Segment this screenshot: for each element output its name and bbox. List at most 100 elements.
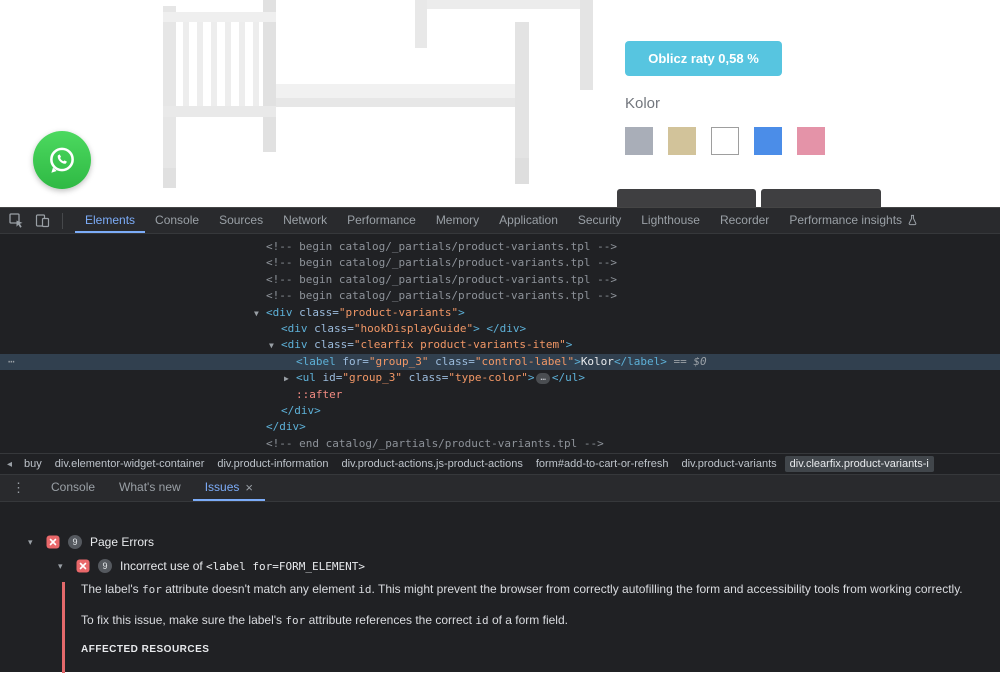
devtools-tab-recorder[interactable]: Recorder xyxy=(710,208,779,233)
expand-arrow-icon[interactable]: ▶ xyxy=(284,371,289,387)
tab-label: Memory xyxy=(435,212,480,227)
description-text: The label's xyxy=(81,582,142,596)
breadcrumb-item[interactable]: div.product-information xyxy=(212,456,333,472)
devtools-toolbar: Elements Console Sources Network Performance… xyxy=(0,208,1000,234)
elements-tree-row[interactable]: ::after xyxy=(0,387,1000,403)
color-swatch-blue[interactable] xyxy=(754,127,782,155)
breadcrumb-item[interactable]: div.product-actions.js-product-actions xyxy=(336,456,527,472)
color-label: Kolor xyxy=(625,95,661,112)
device-toolbar-icon[interactable] xyxy=(34,213,50,229)
inline-code: id xyxy=(358,583,372,596)
code-token-val: "type-color" xyxy=(448,371,528,385)
elements-tree-row-selected[interactable]: ⋯ <label for="group_3" class="control-lab… xyxy=(0,353,1000,371)
collapse-caret-icon[interactable]: ▾ xyxy=(58,561,68,572)
code-token-cm: <!-- begin catalog/_partials/product-var… xyxy=(266,289,617,303)
devtools-tab-elements[interactable]: Elements xyxy=(75,208,146,233)
cutoff-page-element xyxy=(761,189,881,207)
elements-tree-row[interactable]: <div class="hookDisplayGuide"> </div> xyxy=(0,321,1000,337)
code-token-val: "group_3" xyxy=(368,354,429,368)
elements-tree-row[interactable]: <!-- begin catalog/_partials/product-var… xyxy=(0,255,1000,271)
drawer-menu-icon[interactable]: ⋮ xyxy=(12,475,25,501)
tab-label: Performance xyxy=(347,212,416,227)
inline-code: for xyxy=(142,583,162,596)
code-token-tag: <ul xyxy=(296,371,316,385)
tab-label: Recorder xyxy=(719,212,770,227)
elements-tree-row[interactable]: </div> xyxy=(0,403,1000,419)
inline-code: id xyxy=(475,614,489,627)
color-swatch-gray[interactable] xyxy=(625,127,653,155)
drawer-tab-issues[interactable]: Issues × xyxy=(192,475,265,501)
code-token-tag: </ul> xyxy=(551,371,585,385)
issue-description-block: The label's for attribute doesn't match … xyxy=(81,582,1000,628)
elements-tree-row[interactable]: ▼ <div class="clearfix product-variants-i… xyxy=(0,337,1000,353)
color-swatch-white[interactable] xyxy=(711,127,739,155)
code-token-attr: class= xyxy=(401,371,449,385)
color-swatch-beige[interactable] xyxy=(668,127,696,155)
devtools-tab-security[interactable]: Security xyxy=(568,208,631,233)
elements-tree-row[interactable]: <!-- begin catalog/_partials/product-var… xyxy=(0,272,1000,288)
issue-title-text: Incorrect use of xyxy=(120,559,207,573)
breadcrumb-scroll-left-icon[interactable]: ◂ xyxy=(0,459,19,470)
collapse-arrow-icon[interactable]: ▼ xyxy=(254,306,259,322)
devtools-tab-network[interactable]: Network xyxy=(273,208,337,233)
devtools-tab-performance[interactable]: Performance xyxy=(337,208,426,233)
devtools-panel: Elements Console Sources Network Performance… xyxy=(0,207,1000,673)
inspect-element-icon[interactable] xyxy=(8,213,24,229)
issue-title: Incorrect use of <label for=FORM_ELEMENT… xyxy=(120,559,365,573)
breadcrumb-item[interactable]: form#add-to-cart-or-refresh xyxy=(531,456,674,472)
collapse-caret-icon[interactable]: ▾ xyxy=(28,537,38,548)
close-tab-icon[interactable]: × xyxy=(245,480,253,495)
code-token-tag: > xyxy=(565,338,573,352)
flask-icon xyxy=(908,214,917,225)
drawer-tab-bar: ⋮ Console What's new Issues × xyxy=(0,474,1000,502)
product-image xyxy=(115,0,595,201)
devtools-tab-performance-insights[interactable]: Performance insights xyxy=(779,208,928,233)
elements-tree-row[interactable]: ▶ <ul id="group_3" class="type-color">… </… xyxy=(0,370,1000,386)
drawer-tabs: Console What's new Issues × xyxy=(39,475,265,501)
color-swatch-pink[interactable] xyxy=(797,127,825,155)
devtools-tab-console[interactable]: Console xyxy=(145,208,209,233)
row-overflow-dots-icon[interactable]: ⋯ xyxy=(8,354,16,370)
affected-resources-heading: AFFECTED RESOURCES xyxy=(81,644,210,655)
code-token-cm: <!-- begin catalog/_partials/product-var… xyxy=(266,256,617,270)
elements-tree-row[interactable]: <!-- begin catalog/_partials/product-var… xyxy=(0,239,1000,255)
code-token-tag: <div xyxy=(266,305,293,319)
code-token-pseudo: ::after xyxy=(296,387,343,401)
whatsapp-button[interactable] xyxy=(33,131,91,189)
elements-tree-row[interactable]: ▼ <div class="product-variants"> xyxy=(0,305,1000,321)
description-text: attribute references the correct xyxy=(305,613,476,627)
breadcrumb-item[interactable]: div.product-variants xyxy=(677,456,782,472)
elements-tree-row[interactable]: <!-- begin catalog/_partials/product-var… xyxy=(0,288,1000,304)
crib-photo-illustration xyxy=(163,0,593,188)
issue-row[interactable]: ▾ 9 Incorrect use of <label for=FORM_ELE… xyxy=(0,554,1000,578)
code-token-tag: > xyxy=(527,371,535,385)
devtools-tab-sources[interactable]: Sources xyxy=(209,208,273,233)
code-token-meta: == $0 xyxy=(666,354,707,368)
collapse-arrow-icon[interactable]: ▼ xyxy=(269,338,274,354)
tab-label: Elements xyxy=(85,212,136,227)
breadcrumb-item[interactable]: buy xyxy=(19,456,47,472)
issue-title-code: <label for=FORM_ELEMENT> xyxy=(206,560,365,573)
devtools-tab-memory[interactable]: Memory xyxy=(426,208,489,233)
tab-label: Issues xyxy=(204,480,240,494)
code-token-pill[interactable]: … xyxy=(536,373,550,385)
devtools-tab-lighthouse[interactable]: Lighthouse xyxy=(631,208,710,233)
code-token-val: "group_3" xyxy=(342,371,402,385)
installments-button[interactable]: Oblicz raty 0,58 % xyxy=(625,41,782,76)
elements-tree-row[interactable]: </div> xyxy=(0,419,1000,435)
color-swatches xyxy=(625,127,825,155)
toolbar-divider xyxy=(62,212,63,229)
drawer-tab-what-s-new[interactable]: What's new xyxy=(107,475,193,501)
breadcrumb-item[interactable]: div.elementor-widget-container xyxy=(50,456,210,472)
breadcrumb-item[interactable]: div.clearfix.product-variants-i xyxy=(784,456,934,472)
code-token-val: "clearfix product-variants-item" xyxy=(353,338,566,352)
devtools-tab-application[interactable]: Application xyxy=(489,208,568,233)
drawer-tab-console[interactable]: Console xyxy=(39,475,107,501)
code-token-tag: <div xyxy=(281,321,308,335)
breadcrumb-bar: ◂ buy div.elementor-widget-container div.p… xyxy=(0,453,1000,474)
code-token-tag: <label xyxy=(296,354,336,368)
description-text: attribute doesn't match any element xyxy=(161,582,359,596)
issues-group-row[interactable]: ▾ 9 Page Errors xyxy=(0,530,1000,554)
code-token-tag: <div xyxy=(281,338,308,352)
elements-tree-row[interactable]: <!-- end catalog/_partials/product-varia… xyxy=(0,436,1000,452)
